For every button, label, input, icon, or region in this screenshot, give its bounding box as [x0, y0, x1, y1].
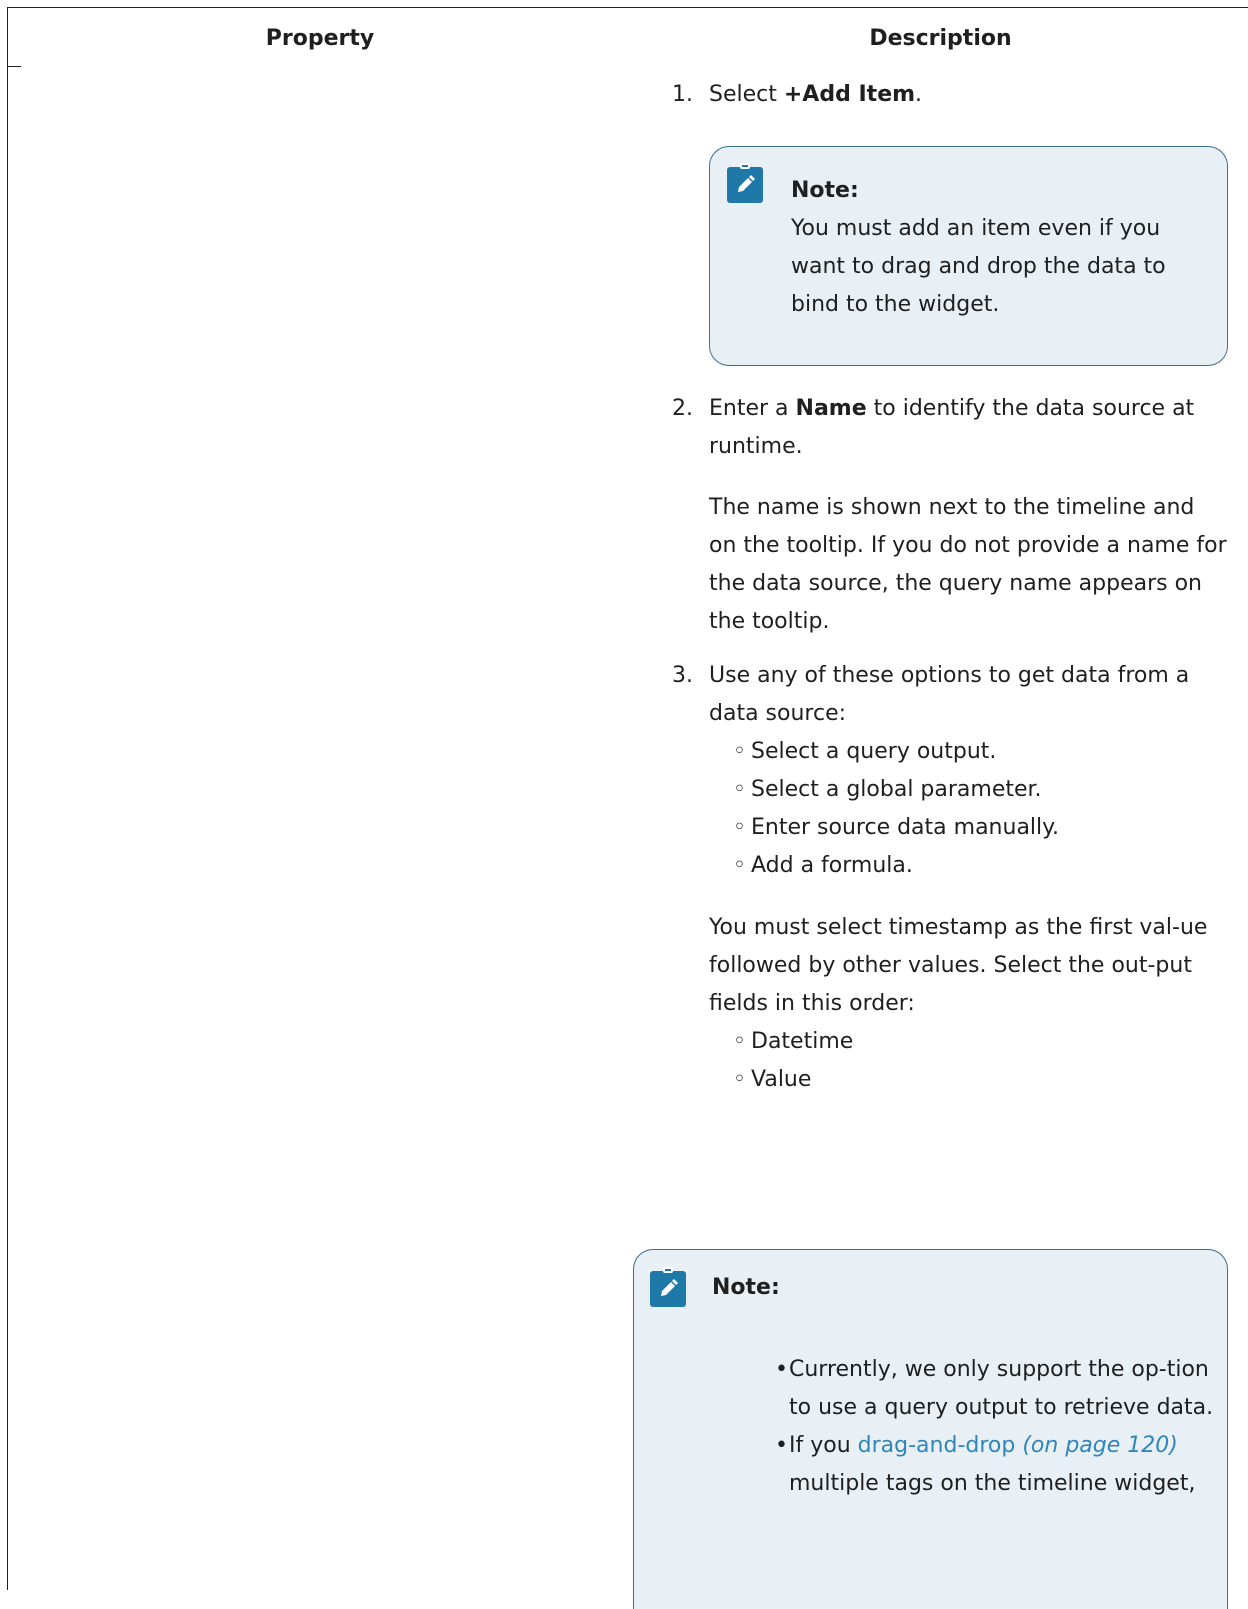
step-3-detail: You must select timestamp as the first v…: [709, 915, 1208, 1016]
note-box: Note: You must add an item even if you w…: [709, 146, 1228, 366]
column-header-property: Property: [265, 26, 375, 51]
list-item: Enter source data manually.: [672, 809, 1228, 847]
note-title: Note:: [791, 178, 859, 203]
description-cell: 1. Select +Add Item. Note: You must add …: [672, 60, 1228, 1099]
list-item: Add a formula.: [672, 847, 1228, 885]
step-number: 3.: [672, 663, 693, 688]
step-text: Enter a: [709, 396, 796, 421]
list-item: Currently, we only support the op-tion t…: [634, 1351, 1214, 1427]
column-header-description: Description: [869, 26, 1012, 51]
list-item: Datetime: [672, 1023, 1228, 1061]
header-rule: [7, 66, 21, 67]
bullet-text: multiple tags on the timeline widget,: [789, 1471, 1196, 1496]
note-box-2: Note: Currently, we only support the op-…: [633, 1249, 1228, 1609]
step-2: 2. Enter a Name to identify the data sou…: [672, 390, 1228, 641]
step-2-detail: The name is shown next to the timeline a…: [709, 495, 1227, 634]
link-text: drag-and-drop: [857, 1433, 1016, 1458]
fields-list: Datetime Value: [672, 1023, 1228, 1099]
name-label: Name: [795, 396, 867, 421]
bullet-text: If you: [789, 1433, 858, 1458]
pencil-note-icon: [727, 163, 763, 203]
page-ref: (on page 120): [1022, 1433, 1178, 1458]
list-item: Select a global parameter.: [672, 771, 1228, 809]
step-punct: .: [915, 82, 923, 107]
options-list: Select a query output. Select a global p…: [672, 733, 1228, 885]
list-item: Value: [672, 1061, 1228, 1099]
list-item: If you drag-and-drop (on page 120) multi…: [634, 1427, 1214, 1503]
step-3: 3. Use any of these options to get data …: [672, 657, 1228, 733]
note-title: Note:: [712, 1275, 780, 1300]
step-text: Select: [709, 82, 784, 107]
step-number: 2.: [672, 396, 693, 421]
step-number: 1.: [672, 82, 693, 107]
drag-and-drop-link[interactable]: drag-and-drop (on page 120): [858, 1433, 1178, 1458]
step-1: 1. Select +Add Item.: [672, 76, 1228, 114]
add-item-label: +Add Item: [783, 82, 916, 107]
note-body: You must add an item even if you want to…: [791, 216, 1166, 317]
step-text: Use any of these options to get data fro…: [709, 663, 1190, 726]
note-bullets: Currently, we only support the op-tion t…: [634, 1351, 1214, 1503]
list-item: Select a query output.: [672, 733, 1228, 771]
pencil-note-icon: [650, 1267, 686, 1307]
